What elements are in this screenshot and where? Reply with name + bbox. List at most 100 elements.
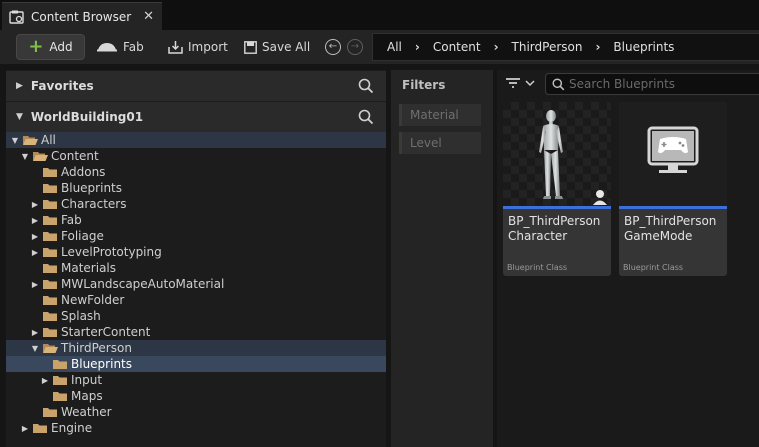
back-arrow-icon: ← [328,41,338,52]
tree-item-label: Addons [61,165,106,179]
tree-item[interactable]: ▶ StarterContent [6,324,386,340]
folder-open-icon [23,136,38,145]
back-button[interactable]: ← [325,39,341,55]
add-button[interactable]: + Add [16,34,85,60]
tree-item-label: Characters [61,197,127,211]
folder-icon [43,408,57,417]
tree-item[interactable]: Blueprints [6,356,386,372]
folder-icon [43,200,57,209]
tree-item[interactable]: ▼ All [6,132,386,148]
forward-button[interactable]: → [347,39,363,55]
save-all-label: Save All [262,40,311,54]
folder-icon [43,184,57,193]
asset-thumbnail [619,102,727,206]
expanded-arrow-icon[interactable]: ▼ [20,152,30,161]
favorites-label: Favorites [30,79,94,93]
folder-icon [53,360,67,369]
search-icon[interactable] [358,78,374,94]
tree-item-label: LevelPrototyping [61,245,162,259]
expanded-arrow-icon[interactable]: ▼ [30,344,40,353]
tree-item[interactable]: Materials [6,260,386,276]
folder-icon [43,264,57,273]
asset-card-character[interactable]: BP_ThirdPerson Character Blueprint Class [503,102,611,276]
tree-item-label: Blueprints [71,357,133,371]
collapsed-arrow-icon[interactable]: ▶ [30,216,40,225]
close-icon[interactable]: ✕ [143,9,154,24]
tree-item-label: Weather [61,405,112,419]
search-icon [552,77,565,90]
tree-item-label: NewFolder [61,293,125,307]
add-label: Add [49,40,73,54]
tree-item[interactable]: Weather [6,404,386,420]
expanded-arrow-icon[interactable]: ▼ [10,136,20,145]
collapsed-arrow-icon[interactable]: ▶ [30,328,40,337]
asset-view: BP_ThirdPerson Character Blueprint Class… [497,70,759,447]
filter-material[interactable]: Material [399,104,481,126]
tree-item[interactable]: ▶ LevelPrototyping [6,244,386,260]
folder-open-icon [43,344,58,353]
tree-item[interactable]: ▶ Fab [6,212,386,228]
tree-item[interactable]: ▶ MWLandscapeAutoMaterial [6,276,386,292]
filters-title: Filters [402,78,446,92]
tree-item[interactable]: Splash [6,308,386,324]
folder-icon [43,248,57,257]
collapsed-arrow-icon[interactable]: ▶ [30,248,40,257]
tab-title: Content Browser [31,9,132,24]
fab-icon [97,43,117,52]
asset-class: Blueprint Class [623,263,684,272]
worldbuilding-header[interactable]: ▼ WorldBuilding01 [6,102,386,132]
tree-item-label: Splash [61,309,101,323]
asset-type-bar [503,206,611,209]
folder-icon [53,392,67,401]
tab-bar: Content Browser ✕ [0,0,759,30]
search-icon[interactable] [358,109,374,125]
filter-dropdown-button[interactable] [505,77,535,89]
asset-card-gamemode[interactable]: BP_ThirdPerson GameMode Blueprint Class [619,102,727,276]
collapsed-arrow-icon[interactable]: ▶ [20,424,30,433]
collapsed-arrow-icon[interactable]: ▶ [30,232,40,241]
tree-item[interactable]: ▶ Foliage [6,228,386,244]
tree-item-label: ThirdPerson [61,341,132,355]
folder-icon [43,280,57,289]
breadcrumb-separator-icon[interactable]: › [595,40,600,54]
search-field[interactable] [545,73,759,95]
tree-item[interactable]: ▼ ThirdPerson [6,340,386,356]
collapsed-arrow-icon[interactable]: ▶ [30,200,40,209]
collapsed-arrow-icon[interactable]: ▶ [30,280,40,289]
filter-level[interactable]: Level [399,132,481,154]
tree-item[interactable]: Maps [6,388,386,404]
tree-item-label: Blueprints [61,181,123,195]
tree-item-label: Content [51,149,99,163]
fab-button[interactable]: Fab [96,36,144,58]
tree-item[interactable]: ▼ Content [6,148,386,164]
tab-content-browser[interactable]: Content Browser ✕ [2,2,162,30]
breadcrumb-item[interactable]: ThirdPerson [512,40,583,54]
tree-item[interactable]: Blueprints [6,180,386,196]
breadcrumb-separator-icon[interactable]: › [494,40,499,54]
breadcrumb-item[interactable]: Content [433,40,481,54]
plus-icon: + [28,36,44,57]
save-all-button[interactable]: Save All [244,36,310,58]
folder-icon [43,168,57,177]
tree-item-label: Engine [51,421,93,435]
breadcrumb-item[interactable]: All [387,40,402,54]
breadcrumb-separator-icon[interactable]: › [415,40,420,54]
folder-open-icon [33,152,48,161]
folder-icon [53,376,67,385]
folder-icon [33,424,47,433]
fab-label: Fab [123,40,144,54]
tree-item[interactable]: ▶ Engine [6,420,386,436]
breadcrumb-item[interactable]: Blueprints [613,40,674,54]
tree-item[interactable]: NewFolder [6,292,386,308]
chevron-down-icon [525,80,535,87]
save-icon [244,40,257,54]
collapse-down-icon: ▼ [16,112,23,122]
tree-item[interactable]: ▶ Characters [6,196,386,212]
tree-item[interactable]: Addons [6,164,386,180]
import-button[interactable]: Import [168,36,228,58]
collapsed-arrow-icon[interactable]: ▶ [40,376,50,385]
folder-tree: ▼ All ▼ Content Addons Blueprints ▶ Characters ▶… [6,132,386,436]
favorites-header[interactable]: ▶ Favorites [6,71,386,101]
search-input[interactable] [569,77,749,91]
tree-item[interactable]: ▶ Input [6,372,386,388]
